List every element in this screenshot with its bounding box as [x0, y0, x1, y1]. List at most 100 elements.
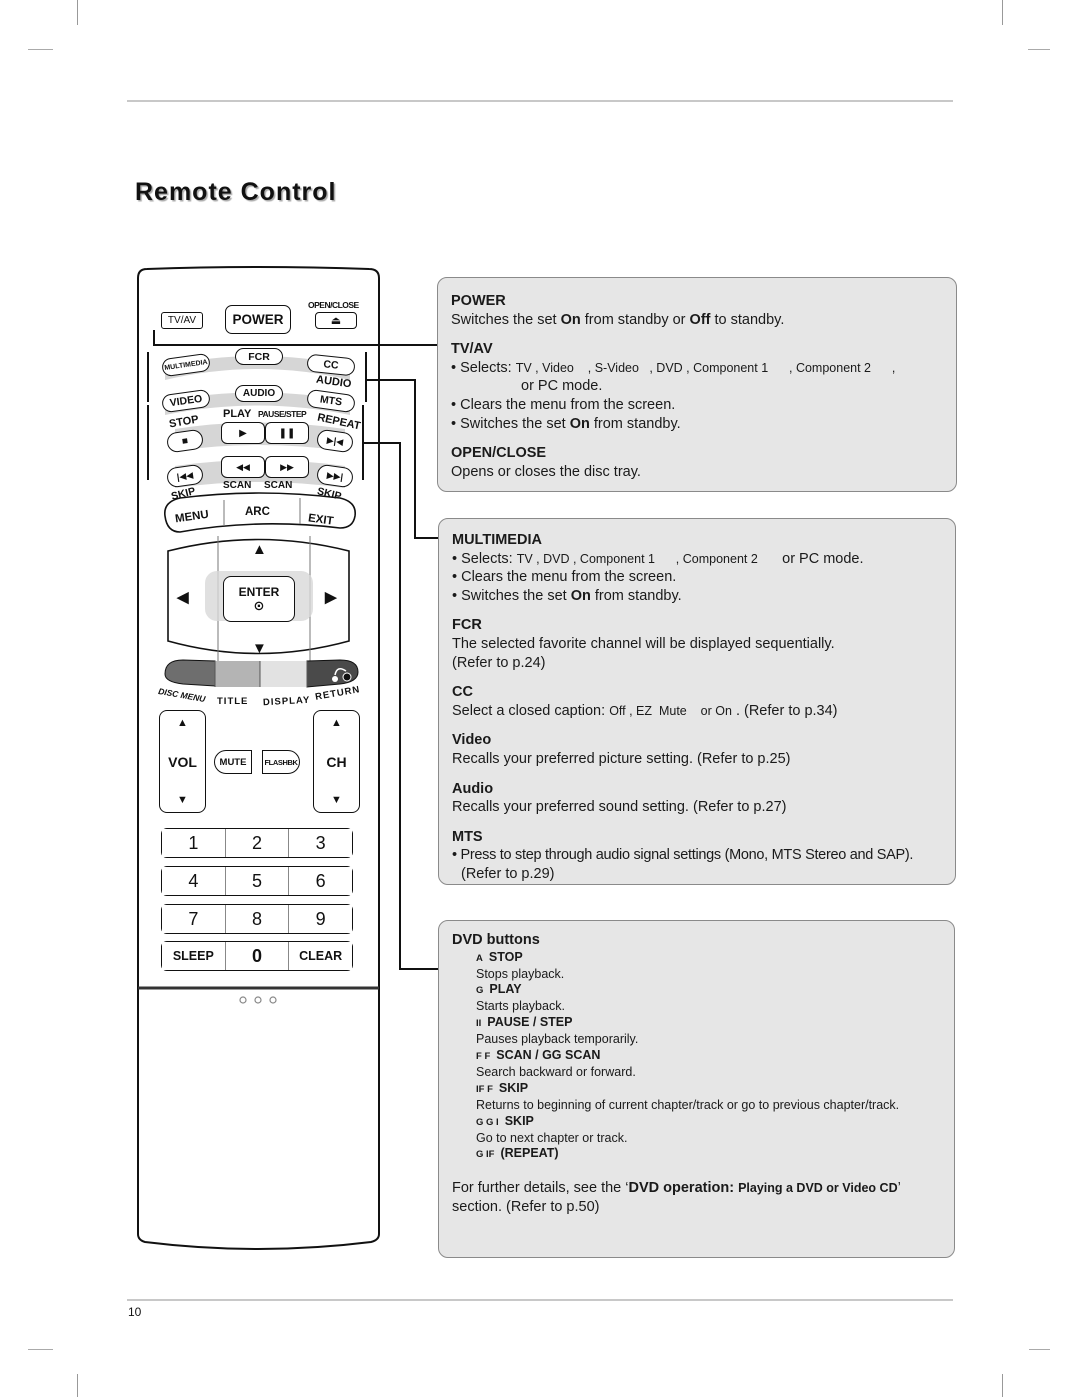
crop-mark — [1002, 1374, 1003, 1397]
key-0[interactable]: 0 — [225, 942, 290, 970]
audio-heading: Audio — [452, 780, 494, 797]
dvd-item-name: PLAY — [489, 982, 522, 997]
eject-icon: ⏏ — [330, 315, 342, 327]
mts-heading: MTS — [452, 828, 483, 845]
number-row: 1 2 3 — [161, 828, 353, 858]
channel-rocker[interactable]: ▲ CH ▼ — [313, 710, 360, 813]
rewind-icon: ◀◀ — [236, 461, 250, 472]
key-5[interactable]: 5 — [225, 867, 290, 895]
multimedia-heading: MULTIMEDIA — [452, 532, 542, 548]
tvav-heading: TV/AV — [451, 341, 493, 358]
crop-mark — [1028, 49, 1050, 50]
nav-left-button[interactable]: ◀ — [177, 588, 189, 606]
leader-line-dvd-v — [399, 442, 401, 970]
dvd-footer-line2: section. (Refer to p.50) — [452, 1198, 600, 1215]
skip-forward-icon: ▶▶| — [326, 469, 344, 482]
audio-description: Recalls your preferred sound setting. (R… — [452, 799, 787, 816]
arc-button[interactable]: ARC — [245, 506, 270, 518]
play-icon: ▶ — [239, 427, 247, 439]
dvd-item-label: IF F SKIP — [476, 1081, 942, 1098]
tvav-clears: • Clears the menu from the screen. — [451, 396, 676, 413]
flashback-button[interactable]: FLASHBK — [262, 750, 300, 774]
volume-down-icon[interactable]: ▼ — [177, 794, 188, 806]
open-close-button[interactable]: ⏏ — [315, 312, 357, 329]
scan-back-label: SCAN — [223, 480, 252, 491]
nav-up-button[interactable]: ▲ — [252, 541, 267, 558]
tvav-selects: • Selects: TV , Video , S-Video , DVD , … — [451, 359, 896, 376]
page-title: Remote Control — [135, 178, 337, 206]
tvav-selects-line2: or PC mode. — [521, 378, 603, 395]
tv-av-button[interactable]: TV/AV — [161, 312, 203, 329]
leader-line-dvd — [363, 442, 401, 444]
dvd-item-description: Pauses playback temporarily. — [476, 1032, 639, 1047]
leader-line-power-tick — [153, 330, 155, 346]
key-6[interactable]: 6 — [289, 867, 353, 895]
key-2[interactable]: 2 — [225, 829, 290, 857]
dvd-item-symbol: G IF — [476, 1149, 495, 1161]
repeat-icon: ▶|◀ — [326, 434, 344, 447]
key-3[interactable]: 3 — [289, 829, 353, 857]
dvd-item-symbol: IF F — [476, 1083, 493, 1095]
dvd-item-description: Returns to beginning of current chapter/… — [476, 1097, 900, 1112]
channel-down-icon[interactable]: ▼ — [331, 794, 342, 806]
clear-button[interactable]: CLEAR — [289, 942, 353, 970]
fcr-description: The selected favorite channel will be di… — [452, 635, 835, 652]
scan-back-button[interactable]: ◀◀ — [221, 456, 265, 478]
dvd-item-name: SKIP — [498, 1080, 529, 1095]
callout-dvd-buttons: DVD buttons A STOP Stops playback. G PLAY Sta… — [438, 920, 955, 1258]
dvd-item-name: STOP — [488, 949, 523, 964]
scan-forward-button[interactable]: ▶▶ — [265, 456, 309, 478]
power-button[interactable]: POWER — [225, 305, 291, 334]
pause-step-button[interactable]: ❚❚ — [265, 422, 309, 444]
fast-forward-icon: ▶▶ — [280, 461, 294, 472]
cc-description: Select a closed caption: Off , EZ Mute o… — [452, 702, 838, 719]
dvd-item-label: A STOP — [476, 950, 942, 967]
dvd-item-symbol: G — [476, 985, 484, 997]
fcr-reference: (Refer to p.24) — [452, 654, 546, 671]
multimedia-clears: • Clears the menu from the screen. — [452, 569, 677, 586]
leader-bracket-multimedia — [365, 352, 367, 402]
leader-bracket-left2 — [147, 405, 149, 480]
key-1[interactable]: 1 — [162, 829, 226, 857]
dvd-item-label: II PAUSE / STEP — [476, 1015, 942, 1032]
dvd-item-label: G IF (REPEAT) — [476, 1146, 942, 1163]
key-8[interactable]: 8 — [225, 905, 290, 933]
enter-button[interactable]: ENTER ⊙ — [223, 576, 295, 622]
volume-rocker[interactable]: ▲ VOL ▼ — [159, 710, 206, 813]
key-7[interactable]: 7 — [162, 905, 226, 933]
dvd-heading: DVD buttons — [452, 932, 540, 948]
dvd-item-symbol: A — [476, 952, 483, 964]
callout-multimedia-fcr-cc-video-audio-mts: MULTIMEDIA • Selects: TV , DVD , Compone… — [438, 518, 956, 885]
footer-rule — [127, 1299, 953, 1301]
dvd-item-description: Starts playback. — [476, 999, 565, 1014]
video-heading: Video — [452, 732, 492, 749]
dvd-item-symbol: G G I — [476, 1116, 499, 1128]
key-9[interactable]: 9 — [289, 905, 353, 933]
fcr-heading: FCR — [452, 617, 482, 634]
crop-mark — [28, 1349, 53, 1350]
audio-button[interactable]: AUDIO — [235, 385, 283, 402]
page-number: 10 — [128, 1305, 142, 1319]
nav-right-button[interactable]: ▶ — [325, 588, 337, 606]
leader-bracket-left — [147, 352, 149, 402]
crop-mark — [77, 1374, 78, 1397]
mute-button[interactable]: MUTE — [214, 750, 252, 774]
crop-mark — [28, 49, 53, 50]
multimedia-switch: • Switches the set On from standby. — [452, 587, 682, 604]
channel-up-icon[interactable]: ▲ — [331, 717, 342, 729]
cc-heading: CC — [452, 684, 473, 701]
crop-mark — [77, 0, 78, 25]
play-button[interactable]: ▶ — [221, 422, 265, 444]
volume-up-icon[interactable]: ▲ — [177, 717, 188, 729]
dvd-item-name: (REPEAT) — [500, 1146, 559, 1161]
leader-line-multimedia — [366, 379, 416, 381]
fcr-button[interactable]: FCR — [235, 348, 283, 365]
sleep-button[interactable]: SLEEP — [162, 942, 226, 970]
nav-down-button[interactable]: ▼ — [252, 640, 267, 657]
openclose-heading: OPEN/CLOSE — [451, 445, 547, 462]
number-row: SLEEP 0 CLEAR — [161, 941, 353, 971]
key-4[interactable]: 4 — [162, 867, 226, 895]
pause-step-label: PAUSE/STEP — [258, 409, 307, 419]
openclose-description: Opens or closes the disc tray. — [451, 463, 641, 480]
dvd-item-description: Search backward or forward. — [476, 1064, 636, 1079]
